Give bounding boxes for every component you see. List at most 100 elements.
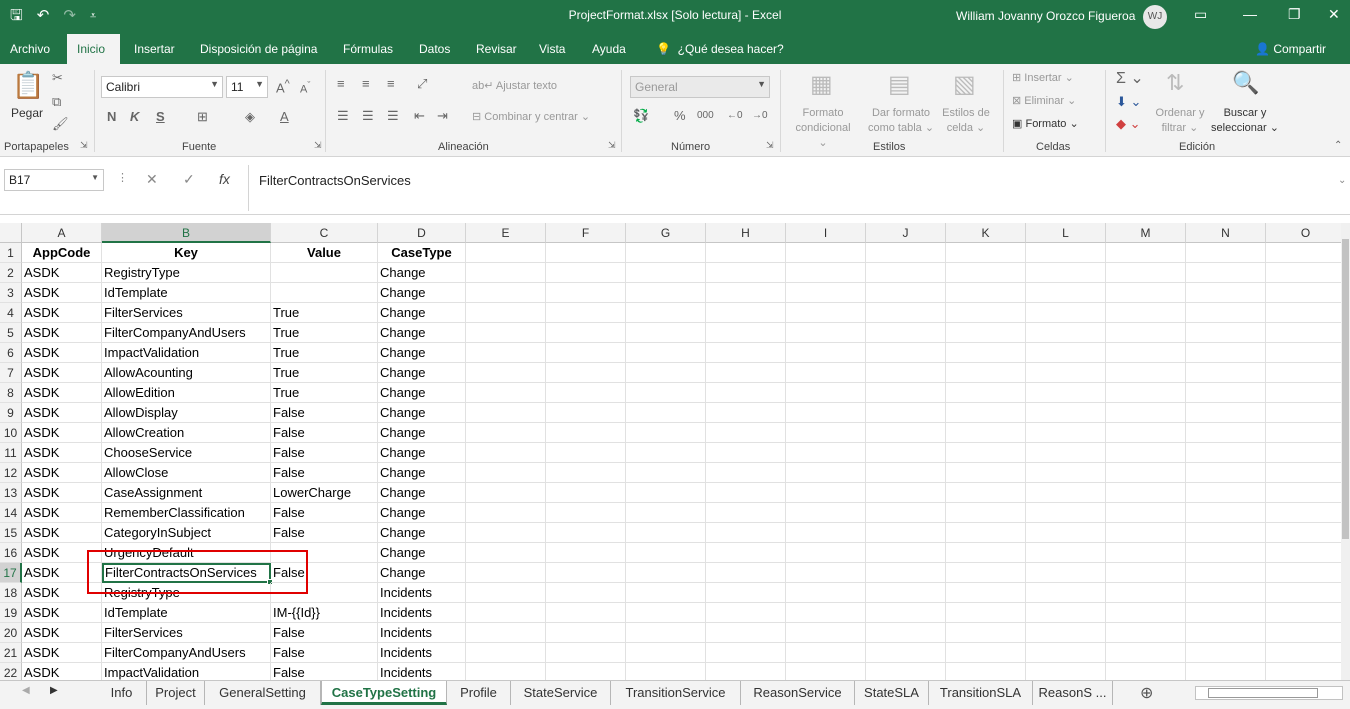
sort-filter-icon[interactable]: ⇅ <box>1166 70 1184 96</box>
cancel-icon[interactable]: ✕ <box>146 171 158 188</box>
cell[interactable]: True <box>271 303 378 323</box>
cell[interactable] <box>946 523 1026 543</box>
column-header-f[interactable]: F <box>546 223 626 243</box>
sheet-tab[interactable]: StateService <box>511 681 611 705</box>
cell[interactable] <box>626 263 706 283</box>
sheet-tab[interactable]: Info <box>97 681 147 705</box>
cell[interactable]: ASDK <box>22 323 102 343</box>
cell[interactable] <box>1186 603 1266 623</box>
paste-label[interactable]: Pegar <box>11 106 43 120</box>
cell[interactable] <box>1186 343 1266 363</box>
cell[interactable]: True <box>271 343 378 363</box>
cell[interactable] <box>706 263 786 283</box>
cell[interactable] <box>1106 303 1186 323</box>
cell[interactable] <box>1106 603 1186 623</box>
conditional-format-button[interactable]: Formato condicional ⌄ <box>790 106 856 151</box>
row-header[interactable]: 12 <box>0 463 22 483</box>
header-cell[interactable] <box>626 243 706 263</box>
column-header-j[interactable]: J <box>866 223 946 243</box>
cell[interactable] <box>626 443 706 463</box>
cell[interactable] <box>1266 623 1341 643</box>
cell[interactable] <box>626 603 706 623</box>
cell[interactable] <box>1266 483 1341 503</box>
cell[interactable] <box>1106 543 1186 563</box>
cell[interactable] <box>626 583 706 603</box>
cell[interactable]: AllowDisplay <box>102 403 271 423</box>
conditional-format-icon[interactable]: ▦ <box>810 70 833 99</box>
cell[interactable]: Change <box>378 263 466 283</box>
cell[interactable] <box>1186 403 1266 423</box>
cell[interactable] <box>706 403 786 423</box>
cell[interactable] <box>546 563 626 583</box>
cell[interactable] <box>706 563 786 583</box>
decrease-decimal-icon[interactable]: →0 <box>752 110 768 121</box>
cell[interactable] <box>786 503 866 523</box>
accounting-icon[interactable]: 💱 <box>633 108 649 124</box>
cell[interactable] <box>546 303 626 323</box>
cell[interactable] <box>1106 463 1186 483</box>
cell[interactable]: Incidents <box>378 623 466 643</box>
cell[interactable] <box>946 443 1026 463</box>
row-header[interactable]: 14 <box>0 503 22 523</box>
cell[interactable] <box>866 403 946 423</box>
merge-center-button[interactable]: ⊟ Combinar y centrar ⌄ <box>472 110 590 123</box>
cell[interactable] <box>626 503 706 523</box>
cell[interactable]: AllowAcounting <box>102 363 271 383</box>
cell[interactable] <box>786 663 866 680</box>
cell[interactable] <box>946 343 1026 363</box>
cell[interactable] <box>786 323 866 343</box>
cell[interactable] <box>546 423 626 443</box>
cell[interactable] <box>466 523 546 543</box>
cell[interactable] <box>1266 263 1341 283</box>
cell[interactable] <box>1026 543 1106 563</box>
cell[interactable] <box>786 543 866 563</box>
collapse-ribbon-icon[interactable]: ⌃ <box>1334 140 1342 151</box>
cell[interactable]: ASDK <box>22 423 102 443</box>
cell[interactable] <box>786 403 866 423</box>
cell[interactable] <box>1266 383 1341 403</box>
cell[interactable] <box>1186 363 1266 383</box>
cell[interactable]: LowerCharge <box>271 483 378 503</box>
cell[interactable] <box>866 523 946 543</box>
select-all-corner[interactable] <box>0 223 22 243</box>
cell[interactable] <box>866 343 946 363</box>
cell[interactable] <box>866 543 946 563</box>
cell[interactable] <box>946 583 1026 603</box>
cell[interactable] <box>786 583 866 603</box>
font-color-icon[interactable]: A <box>280 109 289 124</box>
cell[interactable]: False <box>271 503 378 523</box>
cell[interactable] <box>1026 563 1106 583</box>
cell[interactable] <box>706 583 786 603</box>
find-select-button[interactable]: Buscar y seleccionar ⌄ <box>1210 106 1280 136</box>
column-header-e[interactable]: E <box>466 223 546 243</box>
cell[interactable] <box>1026 443 1106 463</box>
cell[interactable] <box>1026 343 1106 363</box>
cell[interactable] <box>946 323 1026 343</box>
row-header[interactable]: 5 <box>0 323 22 343</box>
cell[interactable] <box>626 383 706 403</box>
cell[interactable] <box>1026 263 1106 283</box>
cell[interactable]: CategoryInSubject <box>102 523 271 543</box>
column-header-b[interactable]: B <box>102 223 271 243</box>
cell[interactable] <box>1026 583 1106 603</box>
cell[interactable]: ASDK <box>22 503 102 523</box>
decrease-indent-icon[interactable]: ⇤ <box>414 108 425 124</box>
cell[interactable] <box>1186 483 1266 503</box>
cell[interactable]: Change <box>378 383 466 403</box>
cell[interactable] <box>1106 583 1186 603</box>
more-options-icon[interactable]: ⋮ <box>117 171 128 184</box>
sheet-tab[interactable]: ReasonS ... <box>1033 681 1113 705</box>
row-header[interactable]: 16 <box>0 543 22 563</box>
align-center-icon[interactable]: ☰ <box>362 108 374 124</box>
italic-button[interactable]: K <box>130 109 139 124</box>
cell[interactable]: False <box>271 443 378 463</box>
cell[interactable] <box>786 603 866 623</box>
cell[interactable] <box>706 623 786 643</box>
increase-decimal-icon[interactable]: ←0 <box>727 110 743 121</box>
clear-icon[interactable]: ◆ ⌄ <box>1116 116 1141 132</box>
cell[interactable] <box>466 483 546 503</box>
cell[interactable] <box>866 283 946 303</box>
cell[interactable] <box>866 643 946 663</box>
increase-indent-icon[interactable]: ⇥ <box>437 108 448 124</box>
cell[interactable] <box>866 583 946 603</box>
